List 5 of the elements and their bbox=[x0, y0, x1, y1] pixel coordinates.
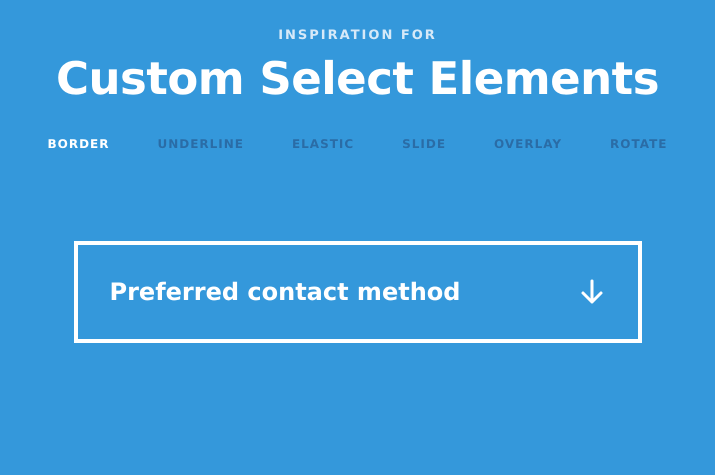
kicker-text: INSPIRATION FOR bbox=[278, 28, 437, 43]
arrow-down-icon bbox=[580, 278, 604, 306]
select-field[interactable]: Preferred contact method bbox=[74, 241, 642, 343]
tab[interactable]: BORDER bbox=[48, 137, 110, 151]
page-title: Custom Select Elements bbox=[56, 51, 659, 107]
